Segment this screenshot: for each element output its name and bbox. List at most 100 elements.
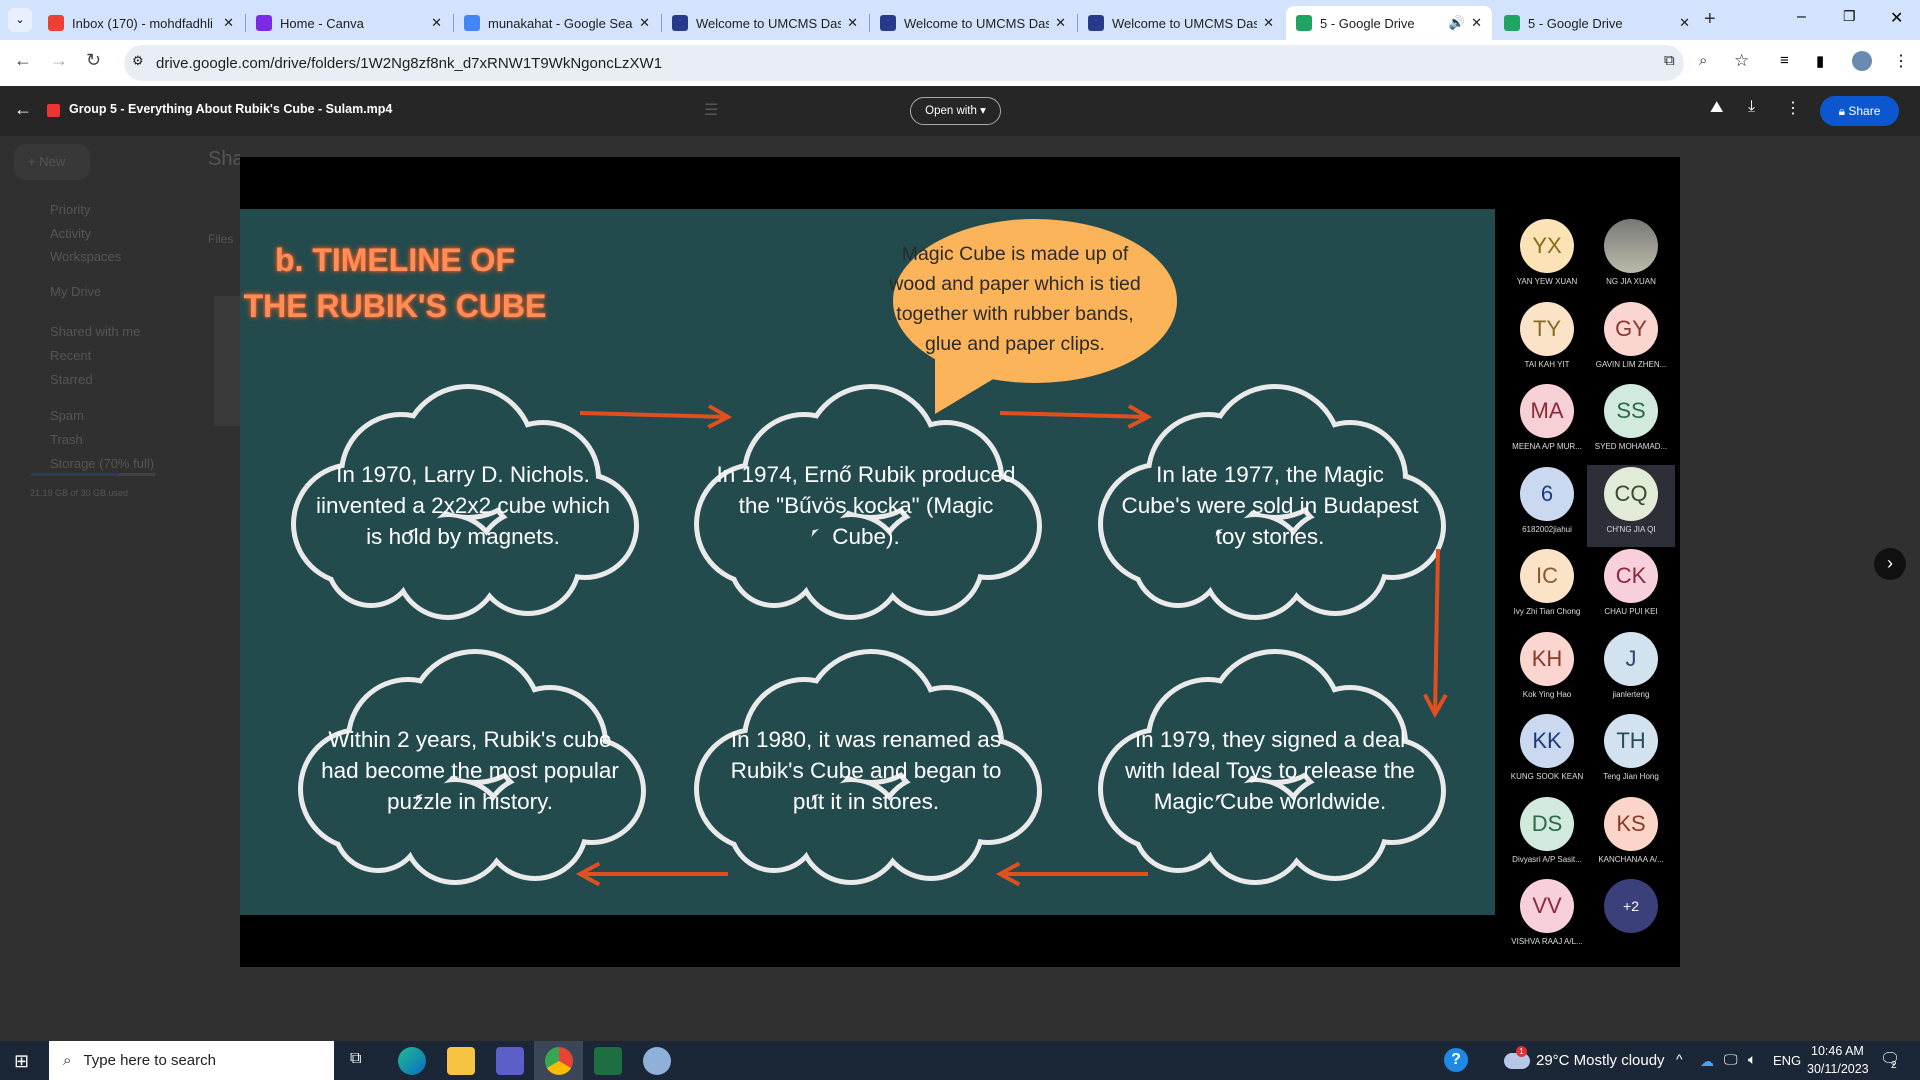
browser-tab[interactable]: Inbox (170) - mohdfadhli ✕ [38,6,244,40]
slide: b. TIMELINE OF THE RUBIK'S CUBE Magic Cu… [240,209,1495,915]
back-arrow-icon[interactable]: ← [14,99,32,120]
audio-playing-icon[interactable]: 🔊 [1449,15,1465,31]
participant-name: KUNG SOOK KEAN [1510,772,1584,781]
more-options-icon[interactable]: ⋮ [1785,98,1801,118]
task-view-icon[interactable]: ⧉ [350,1050,361,1068]
help-icon[interactable]: ? [1444,1048,1468,1072]
sidebar-item: Recent [50,348,92,363]
side-panel-icon[interactable]: ▮ [1816,52,1824,70]
minimize-button[interactable]: – [1797,8,1806,26]
arrow [995,861,1148,887]
sidebar-item: Workspaces [50,249,122,264]
participant-avatar: KK [1520,714,1574,768]
weather-badge: 1 [1516,1046,1527,1057]
storage-bar [30,473,155,476]
participant-tile: KH Kok Ying Hao [1503,630,1591,712]
add-to-drive-icon[interactable]: ⛰ [1710,99,1723,117]
profile-avatar[interactable] [1852,51,1872,71]
participant-name: KANCHANAA A/... [1598,854,1664,864]
tab-title: Home - Canva [280,15,364,31]
back-icon[interactable]: ← [14,50,32,71]
clock-date[interactable]: 30/11/2023 [1807,1062,1869,1076]
participant-name: CH'NG JIA QI [1606,524,1656,534]
sidebar-item: Starred [50,372,93,387]
participant-name: SYED MOHAMAD... [1594,442,1668,451]
close-tab-icon[interactable]: ✕ [847,15,858,31]
participant-tile: YX YAN YEW XUAN [1503,217,1591,299]
browser-tab[interactable]: Home - Canva ✕ [246,6,452,40]
file-title: Group 5 - Everything About Rubik's Cube … [69,102,393,116]
show-hidden-icons[interactable]: ^ [1676,1051,1683,1067]
windows-taskbar: ⊞ ⌕ Type here to search ⧉ ? 1 29°C Mostl… [0,1041,1920,1080]
new-tab-button[interactable]: + [1704,8,1716,31]
arrow [579,404,733,429]
file-card [214,296,240,426]
bookmark-star-icon[interactable]: ☆ [1734,51,1749,71]
tab-search-button[interactable]: ⌄ [8,8,32,32]
google-drive-icon [1504,15,1520,31]
media-control-icon[interactable]: ≡ [1780,52,1789,69]
close-tab-icon[interactable]: ✕ [639,15,650,31]
gmail-icon [48,15,64,31]
drive-heading: Shared with me > SIM2007 - activity > 5 [208,148,240,170]
url-bar[interactable]: ⚙ drive.google.com/drive/folders/1W2Ng8z… [124,45,1749,81]
sidebar-item: Activity [50,226,92,241]
browser-tab[interactable]: Welcome to UMCMS Das ✕ [662,6,868,40]
edge-icon[interactable] [398,1047,426,1075]
participants-panel: YX YAN YEW XUAN NG JIA XUAN TY TAI KAH YIT GY… [1495,209,1680,946]
chrome-menu-icon[interactable]: ⋮ [1893,51,1909,71]
participant-name: Kok Ying Hao [1522,689,1572,699]
browser-tab[interactable]: Welcome to UMCMS Das ✕ [1078,6,1284,40]
reload-icon[interactable]: ↻ [86,50,101,71]
browser-tab[interactable]: 5 - Google Drive ✕ [1494,6,1700,40]
excel-icon[interactable] [594,1047,622,1075]
zoom-icon[interactable]: ⌕ [1699,52,1707,69]
tab-title: Welcome to UMCMS Das [1112,15,1258,31]
participant-tile: TY TAI KAH YIT [1503,300,1591,382]
close-window-button[interactable]: ✕ [1890,8,1903,28]
onedrive-icon[interactable]: ☁ [1700,1053,1714,1070]
site-info-icon[interactable]: ⚙ [132,53,144,69]
forward-icon[interactable]: → [50,50,68,71]
open-with-button[interactable]: Open with ▾ [910,97,1001,125]
install-icon[interactable]: ⧉ [1664,52,1675,69]
clock-time[interactable]: 10:46 AM [1811,1044,1864,1058]
participant-name: MEENA A/P MUR... [1512,442,1582,451]
search-placeholder: Type here to search [83,1052,216,1069]
participant-tile: SS SYED MOHAMAD... [1587,382,1675,464]
windows-start-icon[interactable]: ⊞ [14,1051,29,1072]
language-indicator[interactable]: ENG [1773,1053,1801,1068]
close-tab-icon[interactable]: ✕ [1055,15,1066,31]
taskbar-search-box[interactable]: ⌕ Type here to search [49,1041,334,1080]
close-tab-icon[interactable]: ✕ [1263,15,1274,31]
browser-tab[interactable]: munakahat - Google Sear ✕ [454,6,660,40]
viewer-toolbar: ← Group 5 - Everything About Rubik's Cub… [0,86,1920,136]
next-file-button[interactable]: › [1874,548,1906,580]
video-player[interactable]: b. TIMELINE OF THE RUBIK'S CUBE Magic Cu… [240,157,1680,967]
participant-avatar: IC [1520,549,1574,603]
chrome-icon[interactable] [545,1047,573,1075]
search-icon: ⌕ [63,1052,72,1069]
participant-name: Teng Jian Hong [1603,772,1659,781]
teams-icon[interactable] [496,1047,524,1075]
file-explorer-icon[interactable] [447,1047,475,1075]
volume-icon[interactable]: 🔈︎ [1748,1051,1756,1068]
close-tab-icon[interactable]: ✕ [1471,15,1482,31]
participant-tile: NG JIA XUAN [1587,217,1675,299]
weather-text[interactable]: 29°C Mostly cloudy [1536,1052,1665,1069]
tab-separator [869,14,870,32]
share-button[interactable]: 🔒︎ Share [1820,96,1899,126]
browser-tab[interactable]: 5 - Google Drive 🔊 ✕ [1286,6,1492,40]
paint-icon[interactable] [643,1047,671,1075]
restore-button[interactable]: ❐ [1843,8,1856,25]
network-icon[interactable]: 🖵︎ [1724,1051,1738,1068]
arrow [1423,548,1448,719]
browser-tab[interactable]: Welcome to UMCMS Das ✕ [870,6,1076,40]
close-tab-icon[interactable]: ✕ [1679,15,1690,31]
storage-used: 21.19 GB of 30 GB used [30,488,129,498]
close-tab-icon[interactable]: ✕ [223,15,234,31]
download-icon[interactable]: ⤓ [1748,98,1755,116]
close-tab-icon[interactable]: ✕ [431,15,442,31]
participant-tile: KK KUNG SOOK KEAN [1503,712,1591,794]
google-drive-icon [1296,15,1312,31]
